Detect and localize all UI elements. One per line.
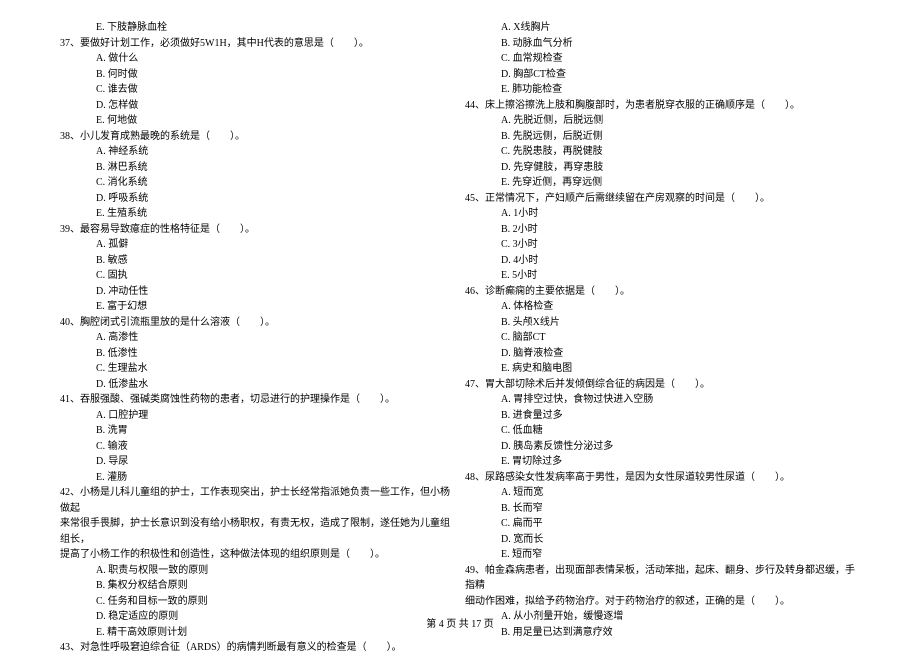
question-38: 38、小儿发育成熟最晚的系统是（ ）。	[60, 129, 455, 145]
option-e: E. 先穿近侧，再穿远侧	[465, 175, 860, 191]
page-container: E. 下肢静脉血栓 37、要做好计划工作，必须做好5W1H，其中H代表的意思是（…	[0, 20, 920, 656]
option-d: D. 胸部CT检查	[465, 67, 860, 83]
question-42-cont: 来常很手畏脚，护士长意识到没有给小杨职权，有责无权，造成了限制，遂任她为儿童组组…	[60, 516, 455, 547]
option-c: C. 消化系统	[60, 175, 455, 191]
option-c: C. 先脱患肢，再脱健肢	[465, 144, 860, 160]
question-49-cont: 细动作困难，拟给予药物治疗。对于药物治疗的叙述，正确的是（ ）。	[465, 594, 860, 610]
option-b: B. 集权分权结合原则	[60, 578, 455, 594]
option-c: C. 低血糖	[465, 423, 860, 439]
option-a: A. 做什么	[60, 51, 455, 67]
question-49: 49、帕金森病患者，出现面部表情呆板，活动笨拙，起床、翻身、步行及转身都迟缓，手…	[465, 563, 860, 594]
question-41: 41、吞服强酸、强碱类腐蚀性药物的患者，切忌进行的护理操作是（ ）。	[60, 392, 455, 408]
question-42: 42、小杨是儿科儿童组的护士，工作表现突出，护士长经常指派她负责一些工作，但小杨…	[60, 485, 455, 516]
option-b: B. 敏感	[60, 253, 455, 269]
option-d: D. 脑脊液检查	[465, 346, 860, 362]
option-b: B. 动脉血气分析	[465, 36, 860, 52]
option-e: E. 短而窄	[465, 547, 860, 563]
option-e: E. 下肢静脉血栓	[60, 20, 455, 36]
option-d: D. 冲动任性	[60, 284, 455, 300]
question-42-cont: 提高了小杨工作的积极性和创造性，这种做法体现的组织原则是（ ）。	[60, 547, 455, 563]
option-e: E. 何地做	[60, 113, 455, 129]
question-44: 44、床上擦浴擦洗上肢和胸腹部时，为患者脱穿衣服的正确顺序是（ ）。	[465, 98, 860, 114]
option-c: C. 生理盐水	[60, 361, 455, 377]
option-a: A. 1小时	[465, 206, 860, 222]
option-b: B. 何时做	[60, 67, 455, 83]
option-c: C. 谁去做	[60, 82, 455, 98]
option-e: E. 胃切除过多	[465, 454, 860, 470]
option-c: C. 3小时	[465, 237, 860, 253]
option-c: C. 输液	[60, 439, 455, 455]
question-39: 39、最容易导致癔症的性格特征是（ ）。	[60, 222, 455, 238]
option-b: B. 2小时	[465, 222, 860, 238]
option-d: D. 导尿	[60, 454, 455, 470]
option-b: B. 先脱远侧，后脱近侧	[465, 129, 860, 145]
option-d: D. 怎样做	[60, 98, 455, 114]
option-a: A. 高渗性	[60, 330, 455, 346]
question-45: 45、正常情况下，产妇顺产后需继续留在产房观察的时间是（ ）。	[465, 191, 860, 207]
option-c: C. 血常规检查	[465, 51, 860, 67]
option-a: A. X线胸片	[465, 20, 860, 36]
option-d: D. 胰岛素反馈性分泌过多	[465, 439, 860, 455]
question-48: 48、尿路感染女性发病率高于男性，是因为女性尿道较男性尿道（ ）。	[465, 470, 860, 486]
option-e: E. 富于幻想	[60, 299, 455, 315]
left-column: E. 下肢静脉血栓 37、要做好计划工作，必须做好5W1H，其中H代表的意思是（…	[60, 20, 455, 656]
option-b: B. 低渗性	[60, 346, 455, 362]
option-e: E. 灌肠	[60, 470, 455, 486]
right-column: A. X线胸片 B. 动脉血气分析 C. 血常规检查 D. 胸部CT检查 E. …	[465, 20, 860, 656]
option-e: E. 生殖系统	[60, 206, 455, 222]
option-d: D. 低渗盐水	[60, 377, 455, 393]
option-b: B. 淋巴系统	[60, 160, 455, 176]
option-c: C. 任务和目标一致的原则	[60, 594, 455, 610]
option-b: B. 洗胃	[60, 423, 455, 439]
option-a: A. 口腔护理	[60, 408, 455, 424]
option-a: A. 短而宽	[465, 485, 860, 501]
question-37: 37、要做好计划工作，必须做好5W1H，其中H代表的意思是（ ）。	[60, 36, 455, 52]
question-43: 43、对急性呼吸窘迫综合征（ARDS）的病情判断最有意义的检查是（ ）。	[60, 640, 455, 656]
option-a: A. 孤僻	[60, 237, 455, 253]
option-e: E. 肺功能检查	[465, 82, 860, 98]
question-40: 40、胸腔闭式引流瓶里放的是什么溶液（ ）。	[60, 315, 455, 331]
option-c: C. 固执	[60, 268, 455, 284]
option-d: D. 呼吸系统	[60, 191, 455, 207]
option-d: D. 4小时	[465, 253, 860, 269]
option-b: B. 长而窄	[465, 501, 860, 517]
option-e: E. 病史和脑电图	[465, 361, 860, 377]
option-d: D. 先穿健肢，再穿患肢	[465, 160, 860, 176]
option-a: A. 先脱近侧，后脱远侧	[465, 113, 860, 129]
option-a: A. 体格检查	[465, 299, 860, 315]
option-d: D. 宽而长	[465, 532, 860, 548]
question-47: 47、胃大部切除术后并发倾倒综合征的病因是（ ）。	[465, 377, 860, 393]
option-c: C. 脑部CT	[465, 330, 860, 346]
option-a: A. 职责与权限一致的原则	[60, 563, 455, 579]
option-a: A. 胃排空过快，食物过快进入空肠	[465, 392, 860, 408]
option-e: E. 5小时	[465, 268, 860, 284]
option-b: B. 头颅X线片	[465, 315, 860, 331]
page-footer: 第 4 页 共 17 页	[0, 615, 920, 630]
option-c: C. 扁而平	[465, 516, 860, 532]
question-46: 46、诊断癫痫的主要依据是（ ）。	[465, 284, 860, 300]
option-a: A. 神经系统	[60, 144, 455, 160]
option-b: B. 进食量过多	[465, 408, 860, 424]
